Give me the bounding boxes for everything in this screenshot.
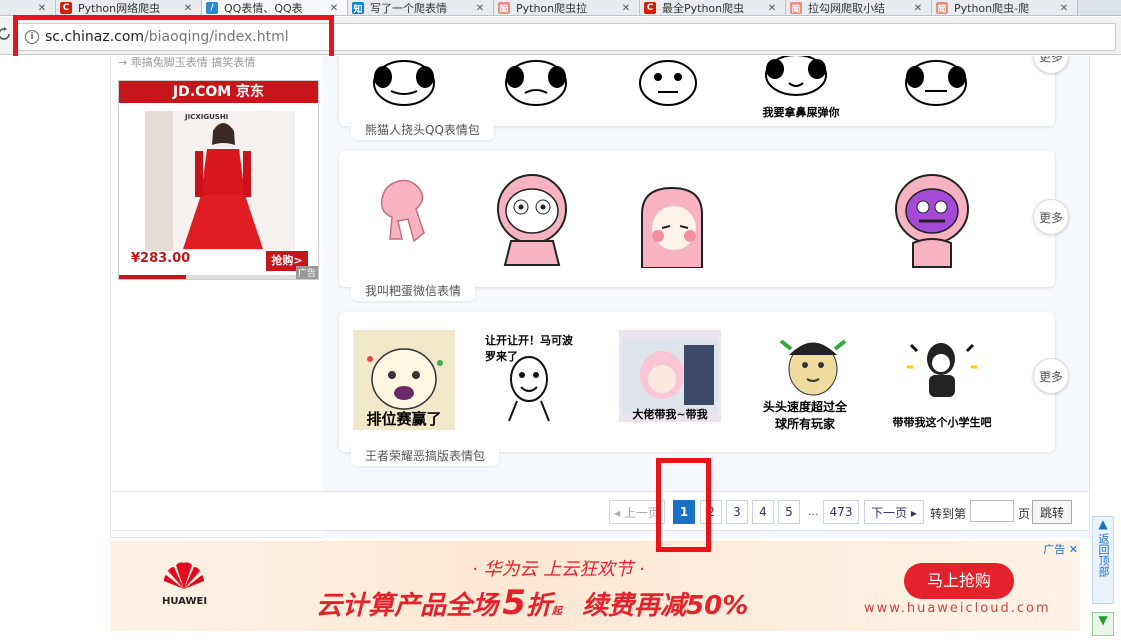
ad-close-label[interactable]: 广告 ✕: [1043, 541, 1078, 557]
emoji-caption: 让开让开！马可波罗来了: [485, 334, 573, 363]
download-icon: ▼: [1098, 613, 1108, 627]
next-page-button[interactable]: 下一页 ▸: [864, 500, 924, 524]
ad-price: ¥283.00: [131, 251, 191, 266]
emoji-thumb[interactable]: [627, 181, 717, 271]
browser-tab[interactable]: 简 Python爬虫拉 ✕: [494, 0, 640, 15]
page-button-last[interactable]: 473: [823, 500, 859, 524]
jd-ad[interactable]: JD.COM 京东 JICXIGUSHI ¥283.00 抢购> 广告: [118, 80, 319, 280]
pagination-ellipsis: ...: [808, 505, 819, 518]
tab-favicon-icon: 简: [790, 2, 802, 15]
huawei-logo: HUAWEI: [162, 561, 212, 607]
tab-favicon-icon: 知: [352, 2, 364, 15]
category-links[interactable]: → 乖搞兔脚玉表情 搞笑表情: [118, 56, 255, 70]
pack-title[interactable]: 王者荣耀恶搞版表情包: [351, 446, 500, 466]
tab-close-icon[interactable]: ✕: [35, 3, 49, 14]
annotation-box-pagination: [656, 458, 711, 552]
emoji-pack-card[interactable]: 我要拿鼻屎弹你 更多 熊猫人挠头QQ表情包: [339, 56, 1069, 140]
tab-title: 拉勾网爬取小结: [808, 2, 885, 15]
down-icon-button[interactable]: ▼: [1092, 612, 1114, 636]
emoji-thumb[interactable]: [759, 56, 833, 104]
emoji-caption: 带带我这个小学生吧: [892, 416, 992, 429]
banner-cta-button[interactable]: 马上抢购: [904, 563, 1014, 599]
emoji-thumb[interactable]: [487, 167, 577, 271]
browser-tab[interactable]: n 3注释_✕: [0, 0, 56, 15]
tab-title: Python网络爬虫: [78, 2, 161, 15]
ad-garment-label: JICXIGUSHI: [185, 113, 229, 121]
banner-main-text: 云计算产品全场: [316, 591, 499, 621]
more-button[interactable]: 更多: [1033, 358, 1069, 394]
emoji-thumb[interactable]: [367, 56, 441, 110]
web-page: → 乖搞兔脚玉表情 搞笑表情 JD.COM 京东 JICXIGUSHI ¥283…: [0, 56, 1121, 642]
tab-favicon-icon: 简: [498, 2, 510, 15]
tab-close-icon[interactable]: ✕: [1057, 3, 1071, 14]
emoji-caption: 头头速度超过全球所有玩家: [762, 400, 847, 431]
ad-product-photo: JICXIGUSHI: [145, 111, 295, 251]
tab-title: Python爬虫-爬: [954, 2, 1030, 15]
emoji-thumb[interactable]: [631, 56, 705, 110]
goto-page-input[interactable]: [970, 500, 1014, 522]
tab-favicon-icon: 简: [936, 2, 948, 15]
browser-tab[interactable]: / QQ表情、QQ表 ✕: [202, 0, 348, 15]
page-button[interactable]: 4: [752, 500, 774, 524]
back-to-top-button[interactable]: ▲ 返回顶部: [1092, 516, 1114, 604]
ad-tag: 广告: [295, 266, 318, 279]
banner-main: 云计算产品全场 5折起 续费再减50%: [316, 583, 748, 623]
browser-tab[interactable]: 知写了一个爬表情 ✕: [348, 0, 494, 15]
emoji-caption: 排位赛赢了: [366, 410, 442, 428]
ad-brand: JD.COM 京东: [119, 81, 318, 103]
browser-tab-strip: n 3注释_✕CPython网络爬虫✕/QQ表情、QQ表✕知写了一个爬表情✕简P…: [0, 0, 1121, 16]
browser-tab[interactable]: C Python网络爬虫 ✕: [56, 0, 202, 15]
tab-title: 最全Python爬虫: [662, 2, 745, 15]
goto-button[interactable]: 跳转: [1032, 500, 1072, 524]
tab-title: n 3注释_: [0, 0, 35, 15]
banner-url: www.huaweicloud.com: [864, 601, 1051, 616]
tab-favicon-icon: /: [206, 2, 218, 14]
banner-headline: · 华为云 上云狂欢节 ·: [472, 559, 645, 580]
banner-discount: 5: [502, 583, 526, 623]
reload-icon[interactable]: [0, 26, 10, 45]
emoji-thumb[interactable]: [773, 330, 853, 400]
banner-discount-unit: 折: [525, 591, 552, 621]
tab-favicon-icon: C: [644, 2, 656, 14]
browser-tab[interactable]: C 最全Python爬虫 ✕: [640, 0, 786, 15]
emoji-thumb[interactable]: [905, 336, 979, 408]
up-arrow-icon: ▲: [1098, 517, 1108, 531]
tab-close-icon[interactable]: ✕: [765, 3, 779, 14]
page-unit-label: 页: [1018, 507, 1031, 521]
emoji-thumb[interactable]: [499, 56, 573, 110]
emoji-thumb[interactable]: [887, 167, 977, 271]
tab-close-icon[interactable]: ✕: [911, 3, 925, 14]
pack-title[interactable]: 我叫粑蛋微信表情: [351, 281, 476, 301]
pack-title[interactable]: 熊猫人挠头QQ表情包: [351, 120, 494, 140]
tab-close-icon[interactable]: ✕: [473, 3, 487, 14]
emoji-caption: 大佬带我~带我: [632, 408, 708, 421]
tab-close-icon[interactable]: ✕: [181, 3, 195, 14]
emoji-pack-card[interactable]: 排位赛赢了 让开让开！马可波罗来了 大佬带我~带我 头头速度超过全球所有玩家 带…: [339, 312, 1069, 466]
goto-label: 转到第: [930, 507, 967, 521]
browser-tab[interactable]: 简 Python爬虫-爬 ✕: [932, 0, 1078, 15]
tab-title: 写了一个爬表情: [370, 2, 447, 15]
more-button[interactable]: 更多: [1033, 199, 1069, 235]
browser-tab[interactable]: 简拉勾网爬取小结 ✕: [786, 0, 932, 15]
emoji-thumb[interactable]: [899, 56, 973, 110]
tab-title: QQ表情、QQ表: [224, 2, 303, 15]
tab-favicon-icon: C: [60, 2, 72, 14]
emoji-thumb[interactable]: [367, 171, 441, 255]
page-button[interactable]: 5: [778, 500, 800, 524]
tab-title: Python爬虫拉: [516, 2, 588, 15]
emoji-pack-card[interactable]: 更多 我叫粑蛋微信表情: [339, 151, 1069, 301]
tab-close-icon[interactable]: ✕: [327, 3, 341, 14]
page-button[interactable]: 3: [726, 500, 748, 524]
banner-renew: 续费再减50%: [582, 591, 749, 621]
huawei-brand-text: HUAWEI: [162, 596, 208, 607]
huawei-cloud-banner[interactable]: HUAWEI · 华为云 上云狂欢节 · 云计算产品全场 5折起 续费再减50%…: [110, 541, 1080, 631]
emoji-caption: 我要拿鼻屎弹你: [762, 106, 840, 119]
banner-discount-sub: 起: [551, 606, 562, 617]
tab-close-icon[interactable]: ✕: [619, 3, 633, 14]
ad-progress-fill: [119, 275, 186, 279]
back-top-label: 返回顶部: [1097, 533, 1110, 577]
